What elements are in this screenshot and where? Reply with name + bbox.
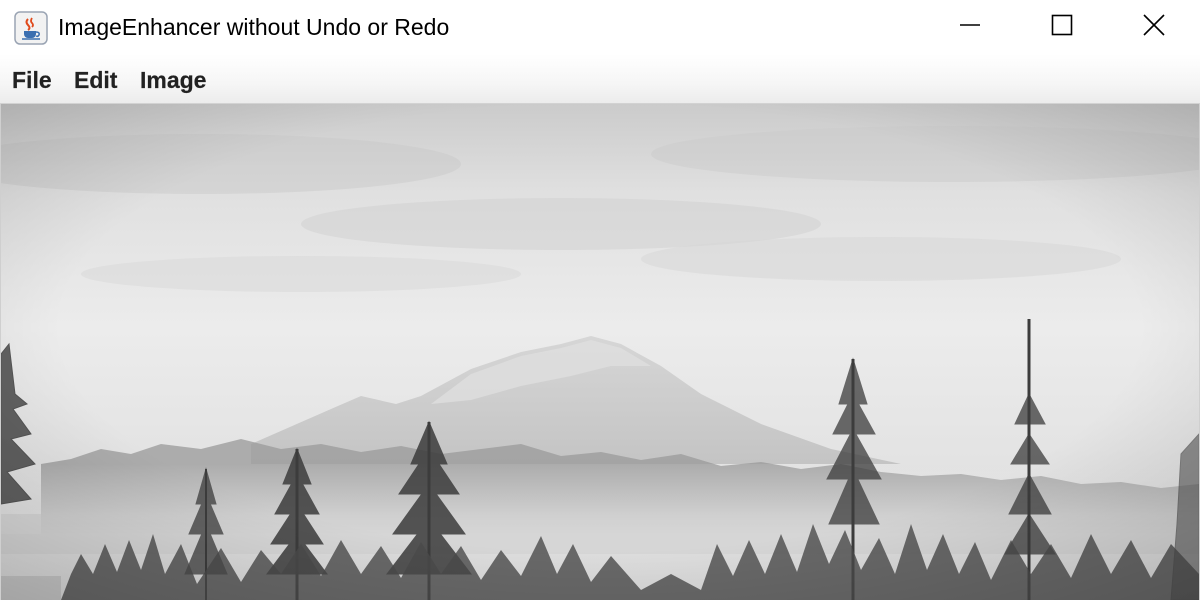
menu-bar: File Edit Image (0, 54, 1200, 104)
app-window: ImageEnhancer without Undo or Redo File … (0, 0, 1200, 600)
menu-edit[interactable]: Edit (74, 66, 118, 94)
menu-image[interactable]: Image (140, 66, 207, 94)
close-icon (1142, 13, 1166, 42)
minimize-button[interactable] (924, 0, 1016, 54)
close-button[interactable] (1108, 0, 1200, 54)
photo-image (1, 104, 1199, 600)
window-title: ImageEnhancer without Undo or Redo (58, 14, 450, 40)
menu-file[interactable]: File (12, 66, 52, 94)
java-coffee-cup-icon[interactable] (14, 11, 48, 45)
title-bar[interactable]: ImageEnhancer without Undo or Redo (0, 0, 1200, 54)
maximize-button[interactable] (1016, 0, 1108, 54)
image-canvas[interactable] (0, 104, 1200, 600)
maximize-icon (1051, 14, 1073, 41)
minimize-icon (959, 14, 981, 41)
